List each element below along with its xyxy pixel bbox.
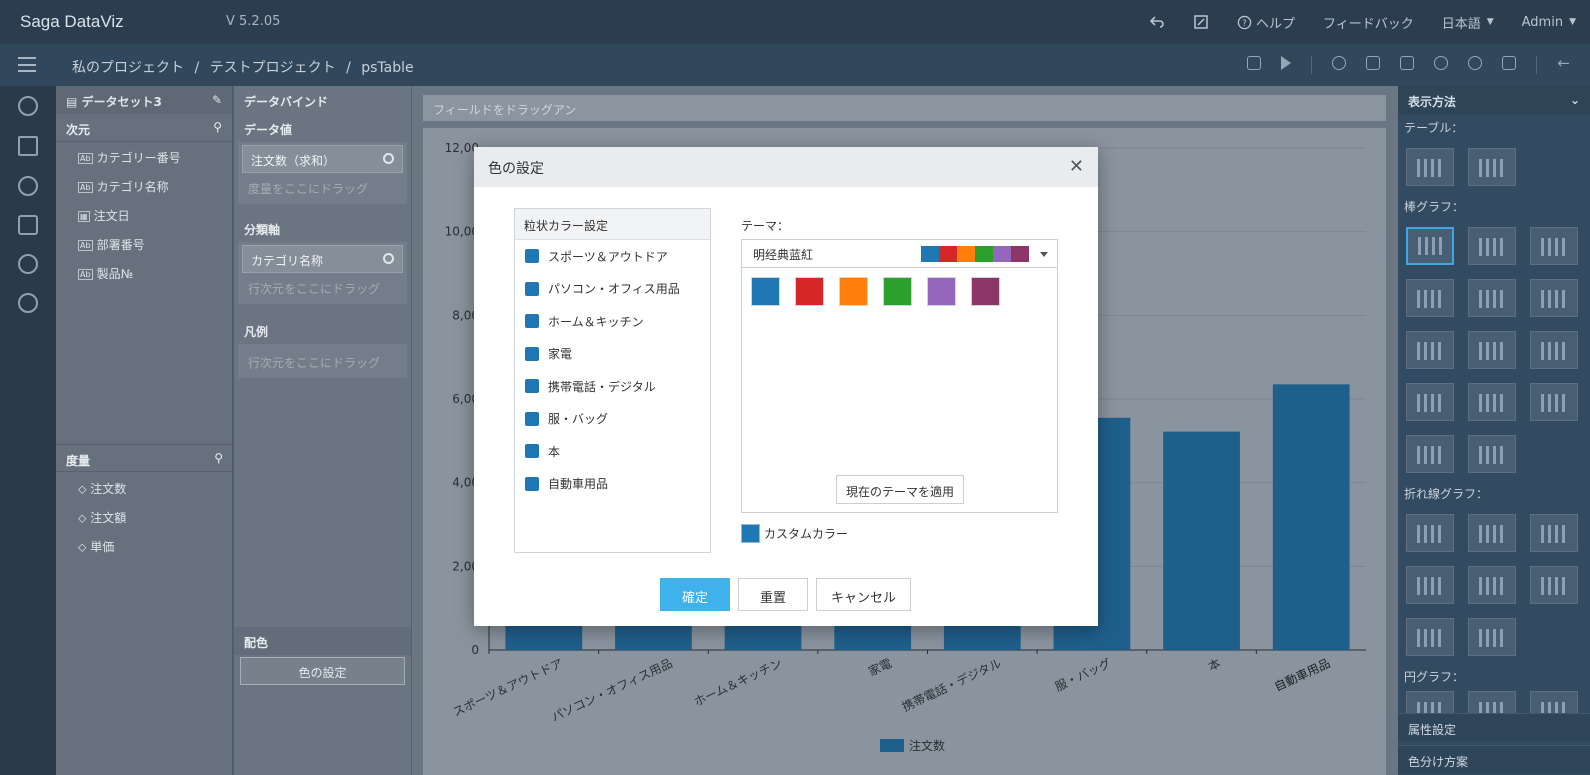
theme-label: テーマ： (741, 219, 790, 233)
reset-button[interactable]: 重置 (738, 578, 808, 611)
dialog-title: 色の設定 (488, 161, 544, 177)
custom-color-label: カスタムカラー (764, 527, 849, 541)
caret-down-icon (1040, 252, 1048, 257)
cancel-button[interactable]: キャンセル (816, 578, 911, 611)
category-color-item[interactable]: 服・バッグ (515, 403, 710, 436)
palette-swatch[interactable] (795, 277, 824, 306)
theme-select[interactable]: 明经典蓝紅 (741, 239, 1058, 268)
category-color-swatch[interactable] (525, 346, 539, 361)
category-color-item[interactable]: スポーツ＆アウトドア (515, 240, 710, 273)
theme-strip-color (993, 246, 1011, 262)
dialog-header: 色の設定 ✕ (474, 147, 1098, 187)
palette-swatch[interactable] (883, 277, 912, 306)
theme-preview-strip (921, 246, 1029, 262)
category-color-item[interactable]: 携帯電話・デジタル (515, 370, 710, 403)
category-label: ホーム＆キッチン (548, 314, 644, 329)
category-list-header: 粒状カラー設定 (515, 209, 710, 240)
theme-strip-color (921, 246, 939, 262)
category-color-item[interactable]: 自動車用品 (515, 468, 710, 501)
close-icon[interactable]: ✕ (1069, 156, 1084, 177)
category-label: 家電 (548, 347, 573, 362)
palette-swatches (751, 277, 1000, 306)
category-color-swatch[interactable] (525, 379, 539, 394)
theme-strip-color (939, 246, 957, 262)
category-label: パソコン・オフィス用品 (548, 282, 680, 297)
theme-palette-panel: 現在のテーマを適用 (741, 268, 1058, 513)
custom-color-swatch[interactable] (741, 524, 760, 543)
category-label: 本 (548, 444, 561, 459)
category-color-item[interactable]: 本 (515, 435, 710, 468)
palette-swatch[interactable] (839, 277, 868, 306)
palette-swatch[interactable] (927, 277, 956, 306)
category-color-item[interactable]: パソコン・オフィス用品 (515, 273, 710, 306)
palette-swatch[interactable] (971, 277, 1000, 306)
palette-swatch[interactable] (751, 277, 780, 306)
category-label: 自動車用品 (548, 477, 609, 492)
theme-strip-color (975, 246, 993, 262)
category-color-swatch[interactable] (525, 476, 539, 491)
color-settings-dialog: 色の設定 ✕ 粒状カラー設定 スポーツ＆アウトドア パソコン・オフィス用品 ホーム＆… (474, 147, 1098, 626)
category-color-swatch[interactable] (525, 411, 539, 426)
category-label: 服・バッグ (548, 412, 609, 427)
category-color-item[interactable]: 家電 (515, 338, 710, 371)
confirm-button[interactable]: 確定 (660, 578, 730, 611)
category-label: スポーツ＆アウトドア (548, 249, 668, 264)
category-color-list: 粒状カラー設定 スポーツ＆アウトドア パソコン・オフィス用品 ホーム＆キッチン 家電携… (514, 208, 711, 553)
category-color-swatch[interactable] (525, 249, 539, 264)
category-color-swatch[interactable] (525, 281, 539, 296)
category-label: 携帯電話・デジタル (548, 379, 656, 394)
theme-name: 明经典蓝紅 (753, 248, 814, 262)
theme-strip-color (1011, 246, 1029, 262)
category-color-item[interactable]: ホーム＆キッチン (515, 305, 710, 338)
apply-theme-button[interactable]: 現在のテーマを適用 (836, 475, 964, 504)
custom-color[interactable]: カスタムカラー (741, 524, 848, 543)
category-color-swatch[interactable] (525, 444, 539, 459)
theme-strip-color (957, 246, 975, 262)
category-color-swatch[interactable] (525, 314, 539, 329)
